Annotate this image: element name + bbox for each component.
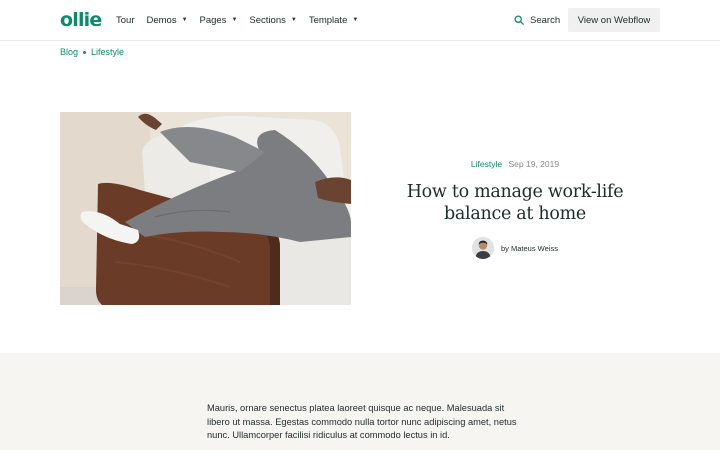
site-header: ollie Tour Demos ▼ Pages ▼ Sections ▼ Templ… — [0, 0, 720, 41]
search-label: Search — [530, 14, 561, 26]
author-byline[interactable]: by Mateus Weiss — [472, 237, 558, 259]
hero-photo — [60, 112, 351, 305]
category-tag[interactable]: Lifestyle — [471, 159, 502, 169]
main-nav: Tour Demos ▼ Pages ▼ Sections ▼ Template ▼ — [116, 0, 358, 40]
nav-label: Sections — [249, 14, 286, 26]
nav-item-pages[interactable]: Pages ▼ — [200, 15, 238, 26]
author-name: by Mateus Weiss — [501, 243, 558, 253]
article-title: How to manage work-life balance at home — [406, 182, 624, 224]
breadcrumb-separator — [83, 50, 87, 54]
caret-down-icon: ▼ — [231, 17, 238, 23]
search-icon — [514, 15, 524, 25]
nav-label: Tour — [116, 14, 135, 26]
logo[interactable]: ollie — [60, 9, 102, 31]
article-meta: Lifestyle Sep 19, 2019 — [390, 159, 640, 169]
article-body-section: Mauris, ornare senectus platea laoreet q… — [0, 353, 720, 450]
breadcrumb-lifestyle[interactable]: Lifestyle — [91, 47, 124, 57]
view-on-webflow-button[interactable]: View on Webflow — [568, 8, 660, 32]
body-paragraph: Mauris, ornare senectus platea laoreet q… — [207, 403, 517, 440]
nav-item-template[interactable]: Template ▼ — [309, 15, 359, 26]
breadcrumb: Blog Lifestyle — [60, 47, 124, 57]
nav-item-demos[interactable]: Demos ▼ — [146, 15, 187, 26]
breadcrumb-blog[interactable]: Blog — [60, 47, 78, 57]
publish-date: Sep 19, 2019 — [508, 159, 560, 169]
caret-down-icon: ▼ — [290, 17, 297, 23]
nav-item-tour[interactable]: Tour — [116, 15, 134, 26]
nav-label: Demos — [146, 14, 177, 26]
nav-label: Template — [308, 14, 348, 26]
caret-down-icon: ▼ — [352, 17, 359, 23]
nav-item-sections[interactable]: Sections ▼ — [249, 15, 296, 26]
caret-down-icon: ▼ — [181, 17, 188, 23]
search-button[interactable]: Search — [514, 0, 560, 40]
nav-label: Pages — [199, 14, 227, 26]
avatar — [472, 237, 494, 259]
hero-image — [60, 112, 351, 305]
